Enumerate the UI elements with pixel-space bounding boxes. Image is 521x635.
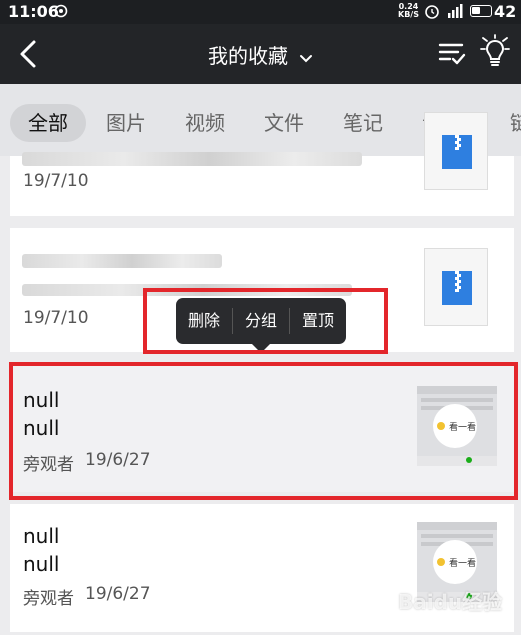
battery-level: 42 <box>494 2 517 21</box>
item-date: 19/7/10 <box>23 171 89 191</box>
zip-thumbnail <box>424 248 488 326</box>
blurred-title <box>22 152 362 166</box>
zip-file-icon <box>442 135 472 169</box>
alarm-icon <box>425 5 439 19</box>
blurred-title <box>22 254 222 268</box>
tab-images[interactable]: 图片 <box>106 104 146 142</box>
tab-all[interactable]: 全部 <box>10 104 86 142</box>
item-source: 旁观者 <box>23 589 74 609</box>
zip-thumbnail <box>424 112 488 190</box>
page-title: 我的收藏 <box>207 44 288 68</box>
zip-file-icon <box>442 271 472 305</box>
chevron-down-icon <box>300 54 313 62</box>
app-header: 我的收藏 <box>0 24 521 84</box>
net-speed: 0.24 KB/S <box>398 3 419 19</box>
tab-files[interactable]: 文件 <box>264 104 304 142</box>
item-date: 19/6/27 <box>85 584 151 604</box>
status-time: 11:06 <box>8 2 59 21</box>
item-line2: null <box>23 552 60 576</box>
highlight-box-item <box>9 362 518 500</box>
tab-videos[interactable]: 视频 <box>185 104 225 142</box>
sort-list-icon[interactable] <box>438 40 466 66</box>
tab-notes[interactable]: 笔记 <box>343 104 383 142</box>
watermark: Baidu经验 <box>398 590 503 614</box>
tab-links[interactable]: 链 <box>500 104 521 142</box>
item-line1: null <box>23 524 60 548</box>
lightbulb-icon[interactable] <box>478 34 512 70</box>
highlight-box-menu <box>143 288 388 354</box>
signal-4g-icon <box>448 4 463 18</box>
thumbnail-caption: 看一看 <box>449 559 477 569</box>
list-item[interactable]: 19/7/10 <box>10 112 514 216</box>
nfc-icon <box>54 4 68 18</box>
net-speed-unit: KB/S <box>398 10 419 19</box>
item-date: 19/7/10 <box>23 308 89 328</box>
battery-icon <box>470 5 492 17</box>
status-bar: 11:06 0.24 KB/S 42 <box>0 0 521 24</box>
